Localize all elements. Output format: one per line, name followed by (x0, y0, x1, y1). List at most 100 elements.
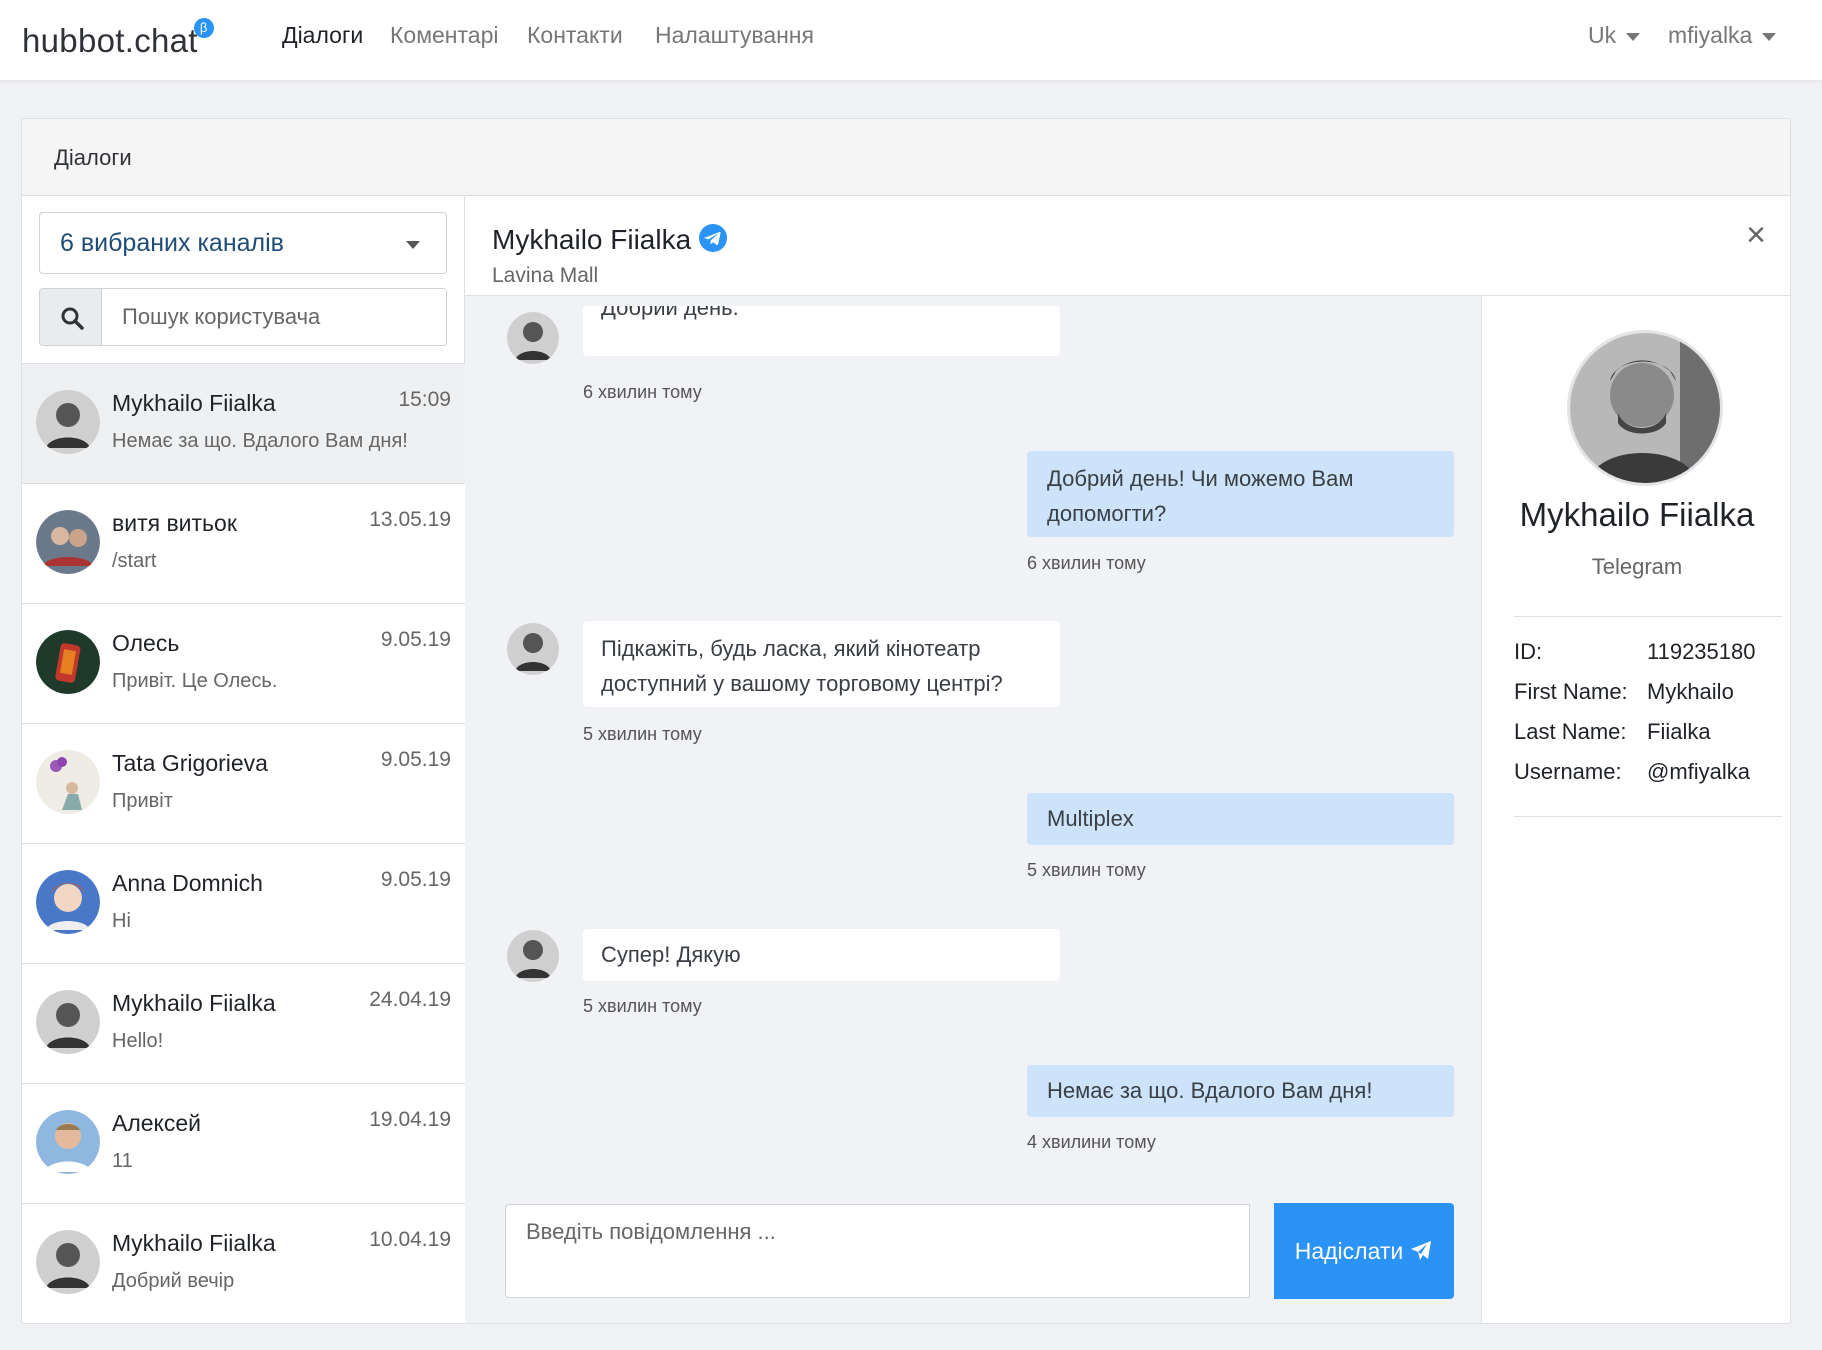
field-value: Fiialka (1647, 719, 1711, 744)
dialog-item[interactable]: Mykhailo Fiialka 15:09 Немає за що. Вдал… (22, 363, 465, 483)
profile-channel: Telegram (1591, 554, 1683, 579)
incoming-message: Підкажіть, будь ласка, який кінотеатр до… (583, 621, 1060, 707)
field-label: Username: (1514, 759, 1622, 784)
dialog-name: витя витьок (112, 510, 237, 536)
dialog-last-message: Добрий вечір (112, 1270, 235, 1292)
avatar (36, 990, 100, 1054)
beta-badge: β (193, 18, 214, 38)
avatar (36, 750, 100, 814)
search-input[interactable] (102, 289, 446, 345)
conversation-title: Mykhailo Fiialka (492, 224, 728, 256)
search-addon (40, 289, 102, 345)
top-navbar: hubbot.chat β Діалоги Коментарі Контакти… (0, 0, 1822, 80)
field-label: First Name: (1514, 679, 1628, 704)
avatar (36, 510, 100, 574)
dialog-item[interactable]: Mykhailo Fiialka 24.04.19 Hello! (22, 963, 465, 1083)
dialog-item[interactable]: Tata Grigorieva 9.05.19 Привіт (22, 723, 465, 843)
caret-down-icon (1626, 32, 1641, 41)
nav-settings[interactable]: Налаштування (655, 22, 814, 49)
nav-dialogs[interactable]: Діалоги (282, 22, 363, 49)
outgoing-message: Немає за що. Вдалого Вам дня! (1027, 1065, 1454, 1117)
search-icon (61, 307, 84, 330)
card-header: Діалоги (22, 119, 1790, 196)
message-composer (505, 1204, 1250, 1298)
field-value: 119235180 (1647, 639, 1756, 664)
avatar (36, 1230, 100, 1294)
dialog-item[interactable]: Алексей 19.04.19 11 (22, 1083, 465, 1203)
conversation-user-name: Mykhailo Fiialka (492, 224, 692, 255)
outgoing-message: Добрий день! Чи можемо Вам допомогти? (1027, 451, 1454, 537)
dialog-name: Алексей (112, 1110, 202, 1136)
field-label: ID: (1514, 639, 1543, 664)
outgoing-message: Multiplex (1027, 793, 1454, 845)
avatar (36, 390, 100, 454)
dialog-last-message: Hello! (112, 1030, 164, 1052)
dialogs-sidebar: 6 вибраних каналів Mykhailo Fiialka 15:0… (22, 196, 465, 1323)
telegram-icon (699, 224, 728, 252)
brand-logo[interactable]: hubbot.chat β (22, 18, 214, 60)
dialog-item[interactable]: витя витьок 13.05.19 /start (22, 483, 465, 603)
dialog-time: 9.05.19 (380, 628, 451, 651)
dialogs-card: Діалоги 6 вибраних каналів Mykhailo Fiia… (21, 118, 1791, 1324)
message-time: 5 хвилин тому (1027, 860, 1146, 880)
language-dropdown[interactable]: Uk (1588, 22, 1641, 49)
nav-comments[interactable]: Коментарі (390, 22, 498, 49)
profile-field-first-name: First Name: Mykhailo (1514, 679, 1734, 705)
dialog-item[interactable]: Олесь 9.05.19 Привіт. Це Олесь. (22, 603, 465, 723)
profile-avatar (1567, 330, 1723, 486)
messages-area: Добрий день. 6 хвилин тому Добрий день! … (465, 296, 1481, 1323)
avatar (507, 312, 559, 364)
user-search (39, 288, 447, 346)
dialog-last-message: Hi (112, 910, 131, 932)
conversation-channel: Lavina Mall (492, 264, 599, 287)
dialog-item[interactable]: Anna Domnich 9.05.19 Hi (22, 843, 465, 963)
divider (1514, 816, 1782, 817)
dialog-time: 13.05.19 (369, 508, 451, 531)
dialog-time: 24.04.19 (369, 988, 451, 1011)
profile-photo (1570, 333, 1720, 483)
send-button[interactable]: Надіслати (1274, 1203, 1454, 1299)
close-icon[interactable]: × (1746, 216, 1766, 255)
caret-down-icon (1762, 32, 1777, 41)
dialog-time: 19.04.19 (369, 1108, 451, 1131)
avatar (507, 930, 559, 982)
incoming-message: Добрий день. (583, 306, 1060, 356)
dialog-last-message: Немає за що. Вдалого Вам дня! (112, 430, 408, 452)
profile-field-id: ID: 119235180 (1514, 639, 1756, 665)
user-dropdown[interactable]: mfiyalka (1668, 22, 1777, 49)
dialog-name: Mykhailo Fiialka (112, 990, 276, 1016)
dialog-name: Anna Domnich (112, 870, 263, 896)
nav-contacts[interactable]: Контакти (527, 22, 623, 49)
field-value: @mfiyalka (1647, 759, 1751, 784)
message-time: 5 хвилин тому (583, 724, 702, 744)
profile-name: Mykhailo Fiialka (1519, 496, 1755, 533)
dialog-name: Tata Grigorieva (112, 750, 268, 776)
dialog-item[interactable]: Mykhailo Fiialka 10.04.19 Добрий вечір (22, 1203, 465, 1323)
avatar (36, 630, 100, 694)
channels-select-label: 6 вибраних каналів (60, 229, 284, 257)
channels-select[interactable]: 6 вибраних каналів (39, 212, 447, 274)
dialog-last-message: /start (112, 550, 157, 572)
language-label: Uk (1588, 22, 1617, 48)
dialog-time: 15:09 (398, 388, 451, 411)
dialog-time: 10.04.19 (369, 1228, 451, 1251)
dialog-time: 9.05.19 (380, 748, 451, 771)
incoming-message: Супер! Дякую (583, 929, 1060, 981)
dialog-last-message: Привіт (112, 790, 173, 812)
divider (1514, 616, 1782, 617)
dialog-last-message: 11 (112, 1150, 133, 1172)
send-button-label: Надіслати (1294, 1237, 1404, 1264)
user-label: mfiyalka (1668, 22, 1753, 48)
avatar (507, 623, 559, 675)
message-time: 6 хвилин тому (1027, 553, 1146, 573)
dialog-last-message: Привіт. Це Олесь. (112, 670, 278, 692)
message-text: Добрий день. (601, 306, 739, 320)
avatar (36, 870, 100, 934)
dialog-list: Mykhailo Fiialka 15:09 Немає за що. Вдал… (22, 363, 465, 1323)
message-input[interactable] (506, 1205, 1249, 1297)
conversation-header: Mykhailo Fiialka Lavina Mall × (465, 196, 1790, 296)
brand-name: hubbot.chat (22, 22, 198, 59)
dialog-name: Олесь (112, 630, 180, 656)
message-time: 5 хвилин тому (583, 996, 702, 1016)
field-label: Last Name: (1514, 719, 1627, 744)
